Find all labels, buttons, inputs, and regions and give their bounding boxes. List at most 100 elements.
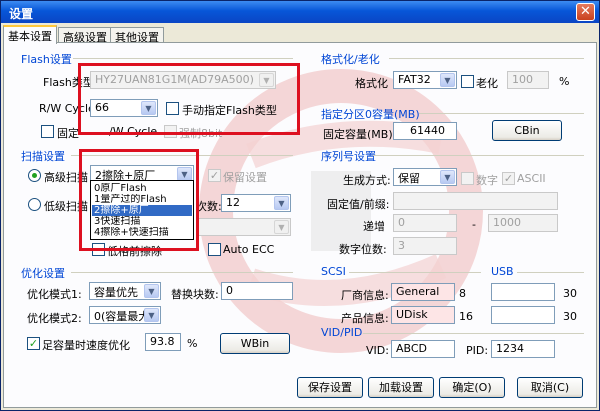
chevron-down-icon: ▼ xyxy=(144,308,159,322)
low-scan-label: 低级扫描 xyxy=(44,200,88,213)
chevron-down-icon: ▼ xyxy=(259,73,274,87)
full-speed-opt-label: 足容量时速度优化 xyxy=(42,339,130,352)
vendor-input[interactable]: General xyxy=(391,283,455,301)
fixed-rw-suffix: /W Cycle xyxy=(109,125,158,138)
opt-mode2-select[interactable]: 0(容量最大 ▼ xyxy=(89,306,161,324)
rw-cycle-value: 66 xyxy=(95,101,109,114)
scan-mode-option[interactable]: 0原厂Flash xyxy=(92,183,192,194)
low-scan-radio[interactable] xyxy=(28,198,41,211)
partition-group-line xyxy=(419,113,584,114)
usb-product-input[interactable] xyxy=(491,306,555,324)
chevron-down-icon: ▼ xyxy=(144,284,159,298)
opt-mode1-select[interactable]: 容量优先 ▼ xyxy=(89,282,161,300)
serial-group-line xyxy=(373,155,584,156)
save-settings-button[interactable]: 保存设置 xyxy=(297,377,363,398)
keep-settings-label: 保留设置 xyxy=(223,171,267,184)
scan-mode-option[interactable]: 1量产过的Flash xyxy=(92,194,192,205)
chevron-down-icon: ▼ xyxy=(274,220,289,234)
force-8bit-label: 强制8bit xyxy=(179,127,223,140)
scan-mode-option[interactable]: 3快速扫描 xyxy=(92,216,192,227)
flash-type-select[interactable]: HY27UAN81G1M(AD79A500) ▼ xyxy=(90,71,276,89)
advanced-scan-radio[interactable] xyxy=(28,169,41,182)
full-speed-opt-checkbox[interactable]: ✓ xyxy=(27,337,40,350)
scsi-group-title: SCSI xyxy=(321,265,346,278)
auto-ecc-checkbox[interactable] xyxy=(208,243,221,256)
scan-group-line xyxy=(71,155,293,156)
load-settings-button[interactable]: 加载设置 xyxy=(368,377,434,398)
usb-product-length: 30 xyxy=(563,310,577,323)
vid-label: VID: xyxy=(366,344,389,357)
pid-label: PID: xyxy=(466,344,489,357)
serial-gen-value: 保留 xyxy=(398,172,420,185)
ok-button[interactable]: 确定(O) xyxy=(439,377,505,398)
serial-prefix-label: 固定值/前缀: xyxy=(327,198,390,211)
format-select[interactable]: FAT32 ▼ xyxy=(393,71,457,89)
opt-group-title: 优化设置 xyxy=(21,267,65,280)
vid-input[interactable]: ABCD xyxy=(391,340,455,358)
product-input[interactable]: UDisk xyxy=(391,306,455,324)
scan-mode-dropdown[interactable]: 0原厂Flash 1量产过的Flash 2擦除+原厂 3快速扫描 4擦除+快速扫… xyxy=(90,180,194,240)
format-group-line xyxy=(389,58,584,59)
serial-group-title: 序列号设置 xyxy=(321,150,376,163)
aging-input[interactable]: 100 xyxy=(507,71,549,89)
format-group-title: 格式化/老化 xyxy=(321,53,380,66)
replace-blocks-label: 替换块数: xyxy=(171,288,219,301)
manual-flash-checkbox[interactable] xyxy=(166,102,179,115)
usb-vendor-length: 30 xyxy=(563,287,577,300)
wbin-button[interactable]: WBin xyxy=(220,333,290,354)
serial-step-to[interactable]: 1000 xyxy=(488,214,558,232)
vendor-length: 8 xyxy=(459,287,466,300)
serial-digit-label: 数字 xyxy=(476,174,498,187)
fixed-rw-checkbox[interactable] xyxy=(41,125,54,138)
force-8bit-checkbox[interactable] xyxy=(164,125,177,138)
scan-group-title: 扫描设置 xyxy=(21,150,65,163)
keep-settings-checkbox[interactable]: ✓ xyxy=(208,169,221,182)
partition-group-title: 指定分区0容量(MB) xyxy=(321,108,420,121)
serial-step-from[interactable]: 0 xyxy=(393,214,457,232)
serial-step-label: 递增 xyxy=(363,220,385,233)
settings-content: Flash设置 Flash类型: HY27UAN81G1M(AD79A500) … xyxy=(1,1,599,410)
fixed-capacity-input[interactable]: 61440 xyxy=(393,122,457,140)
serial-ascii-checkbox[interactable]: ✓ xyxy=(502,172,515,185)
auto-ecc-label: Auto ECC xyxy=(223,243,275,256)
vendor-label: 厂商信息: xyxy=(341,289,389,302)
scan-count-value: 12 xyxy=(226,196,240,209)
serial-digit-checkbox[interactable] xyxy=(461,172,474,185)
aging-checkbox[interactable] xyxy=(461,75,474,88)
usb-group-title: USB xyxy=(491,265,514,278)
full-speed-opt-input[interactable]: 93.8 xyxy=(145,333,181,351)
vidpid-group-title: VID/PID xyxy=(321,326,363,339)
product-label: 产品信息: xyxy=(341,312,389,325)
erase-before-format-checkbox[interactable] xyxy=(92,243,105,256)
scan-mode-option-selected[interactable]: 2擦除+原厂 xyxy=(92,205,192,216)
serial-gen-select[interactable]: 保留 ▼ xyxy=(393,168,457,186)
format-label: 格式化 xyxy=(355,77,388,90)
scan-extra-select[interactable]: ▼ xyxy=(196,218,291,236)
scan-mode-option[interactable]: 4擦除+快速扫描 xyxy=(92,227,192,238)
settings-window: 设置 ✕ 基本设置 高级设置 其他设置 Flash设置 Flash类型: HY2… xyxy=(0,0,600,411)
manual-flash-label: 手动指定Flash类型 xyxy=(182,104,277,117)
chevron-down-icon: ▼ xyxy=(141,101,156,115)
serial-digits-label: 数字位数: xyxy=(339,243,387,256)
usb-vendor-input[interactable] xyxy=(491,283,555,301)
scsi-group-line xyxy=(349,272,481,273)
chevron-down-icon: ▼ xyxy=(440,73,455,87)
opt-mode2-label: 优化模式2: xyxy=(27,312,82,325)
cancel-button[interactable]: 取消(C) xyxy=(517,377,583,398)
chevron-down-icon: ▼ xyxy=(440,170,455,184)
serial-prefix-input[interactable] xyxy=(393,192,558,210)
serial-digits-input[interactable]: 3 xyxy=(393,237,457,255)
pid-input[interactable]: 1234 xyxy=(491,340,555,358)
opt-mode2-value: 0(容量最大 xyxy=(94,310,150,323)
fixed-capacity-label: 固定容量(MB): xyxy=(323,128,397,141)
fixed-rw-label: 固定 xyxy=(57,127,79,140)
replace-blocks-input[interactable]: 0 xyxy=(221,282,293,300)
scan-count-select[interactable]: 12 ▼ xyxy=(221,194,291,212)
aging-label: 老化 xyxy=(476,77,498,90)
rw-cycle-select[interactable]: 66 ▼ xyxy=(90,99,158,117)
serial-gen-label: 生成方式: xyxy=(343,174,391,187)
usb-group-line xyxy=(517,272,584,273)
cbin-button[interactable]: CBin xyxy=(492,120,562,141)
opt-mode1-label: 优化模式1: xyxy=(27,288,82,301)
serial-ascii-label: ASCII xyxy=(517,172,546,185)
